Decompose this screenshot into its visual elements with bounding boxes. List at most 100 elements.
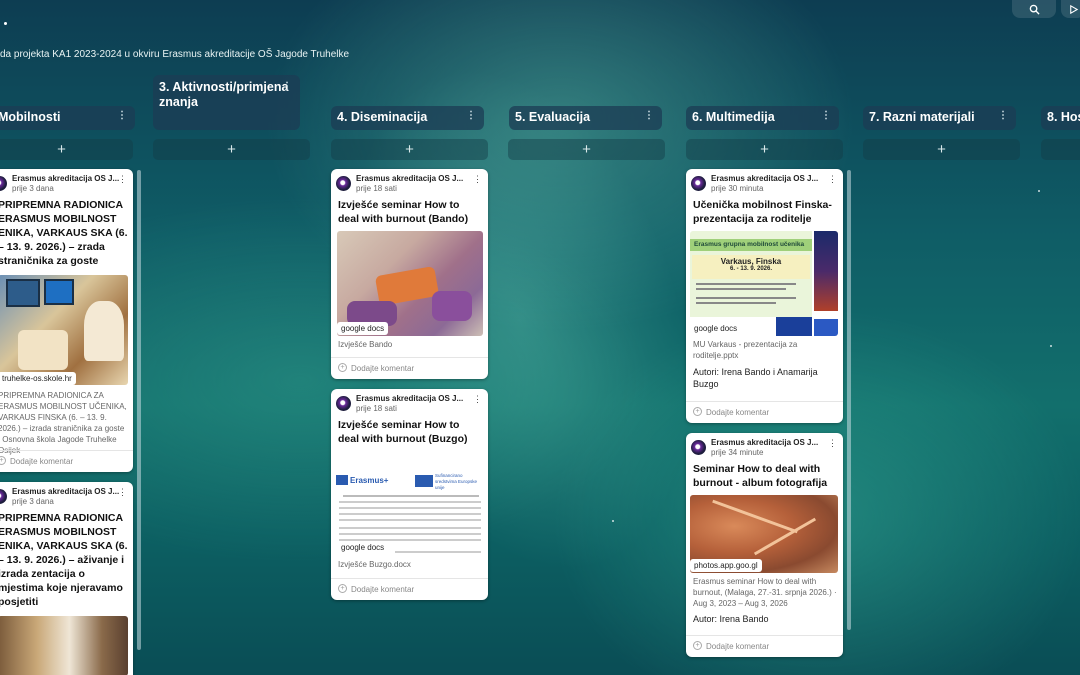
avatar <box>691 176 706 191</box>
column-header-razni-materijali[interactable]: 7. Razni materijali ⋮ <box>863 106 1016 130</box>
more-options-icon[interactable]: ⋮ <box>644 110 654 121</box>
add-comment-button[interactable]: + Dodajte komentar <box>331 578 488 600</box>
column-title: 6. Multimedija <box>692 110 775 124</box>
attachment-filename: MU Varkaus - prezentacija za roditelje.p… <box>693 340 798 360</box>
post-time: prije 34 minute <box>711 448 764 457</box>
link-domain-chip: google docs <box>337 322 389 335</box>
plus-icon: + <box>0 456 6 465</box>
avatar <box>336 176 351 191</box>
slide-title: Varkaus, Finska <box>720 257 782 266</box>
post-author: Erasmus akreditacija OS J... <box>356 174 464 183</box>
column-header-hos[interactable]: 8. Hos <box>1041 106 1080 130</box>
link-domain-chip: photos.app.goo.gl <box>690 559 762 572</box>
more-options-icon[interactable]: ⋮ <box>473 394 482 405</box>
attachment-thumbnail[interactable] <box>0 616 128 675</box>
more-options-icon[interactable]: ⋮ <box>821 110 831 121</box>
plus-icon: + <box>937 141 946 158</box>
more-options-icon[interactable]: ⋮ <box>117 110 127 121</box>
post-title: Izvješće seminar How to deal with burnou… <box>338 199 469 225</box>
column-title: 3. Aktivnosti/primjena znanja <box>159 80 289 109</box>
avatar <box>691 440 706 455</box>
plus-icon: + <box>338 584 347 593</box>
add-post-button[interactable] <box>1041 139 1080 160</box>
plus-icon: + <box>582 141 591 158</box>
slide-heading: Erasmus grupna mobilnost učenika <box>690 239 812 251</box>
post-card[interactable]: Erasmus akreditacija OS J... prije 30 mi… <box>686 169 843 423</box>
more-options-icon[interactable]: ⋮ <box>282 79 292 94</box>
more-options-icon[interactable]: ⋮ <box>473 174 482 185</box>
column-scrollbar[interactable] <box>137 170 141 650</box>
plus-icon: + <box>57 141 66 158</box>
more-options-icon[interactable]: ⋮ <box>466 110 476 121</box>
plus-icon: + <box>227 141 236 158</box>
plus-icon: + <box>338 363 347 372</box>
add-comment-button[interactable]: + Dodajte komentar <box>0 450 133 472</box>
attachment-thumbnail[interactable] <box>337 231 483 336</box>
add-post-button[interactable]: + <box>863 139 1020 160</box>
post-title: Učenička mobilnost Finska- prezentacija … <box>693 199 832 225</box>
post-title: Seminar How to deal with burnout - album… <box>693 463 828 489</box>
plus-icon: + <box>405 141 414 158</box>
column-header-evaluacija[interactable]: 5. Evaluacija ⋮ <box>509 106 662 130</box>
post-time: prije 3 dana <box>12 184 54 193</box>
board: Mobilnosti ⋮ 3. Aktivnosti/primjena znan… <box>0 0 1080 675</box>
column-title: 7. Razni materijali <box>869 110 975 124</box>
link-domain-chip: truhelke-os.skole.hr <box>0 372 76 385</box>
add-post-button[interactable]: + <box>508 139 665 160</box>
add-comment-button[interactable]: + Dodajte komentar <box>686 401 843 423</box>
post-time: prije 30 minuta <box>711 184 764 193</box>
slide-preview[interactable]: Erasmus grupna mobilnost učenika Varkaus… <box>690 231 838 336</box>
add-post-button[interactable]: + <box>686 139 843 160</box>
link-description: PRIPREMNA RADIONICA ZA ERASMUS MOBILNOST… <box>0 391 127 455</box>
post-card[interactable]: Erasmus akreditacija OS J... prije 3 dan… <box>0 169 133 472</box>
add-comment-label: Dodajte komentar <box>351 364 415 373</box>
attachment-filename: Izvješće Bando <box>338 340 393 349</box>
post-card[interactable]: Erasmus akreditacija OS J... prije 18 sa… <box>331 389 488 600</box>
post-card[interactable]: Erasmus akreditacija OS J... prije 3 dan… <box>0 482 133 675</box>
link-description: Erasmus seminar How to deal with burnout… <box>693 577 837 608</box>
column-header-multimedija[interactable]: 6. Multimedija ⋮ <box>686 106 839 130</box>
add-comment-button[interactable]: + Dodajte komentar <box>331 357 488 379</box>
post-title: PRIPREMNA RADIONICA ERASMUS MOBILNOST EN… <box>0 199 128 267</box>
column-title: 8. Hos <box>1047 110 1080 124</box>
slide-date: 6. - 13. 9. 2026. <box>729 266 773 272</box>
post-time: prije 18 sati <box>356 404 397 413</box>
post-author: Erasmus akreditacija OS J... <box>356 394 464 403</box>
more-options-icon[interactable]: ⋮ <box>118 487 127 498</box>
post-author: Erasmus akreditacija OS J... <box>711 438 819 447</box>
avatar <box>336 396 351 411</box>
post-author: Erasmus akreditacija OS J... <box>12 487 120 496</box>
column-header-diseminacija[interactable]: 4. Diseminacija ⋮ <box>331 106 484 130</box>
post-title: Izvješće seminar How to deal with burnou… <box>338 419 468 445</box>
post-card[interactable]: Erasmus akreditacija OS J... prije 18 sa… <box>331 169 488 379</box>
more-options-icon[interactable]: ⋮ <box>118 174 127 185</box>
add-comment-button[interactable]: + Dodajte komentar <box>686 635 843 657</box>
post-title: PRIPREMNA RADIONICA ERASMUS MOBILNOST EN… <box>0 512 128 608</box>
avatar <box>0 489 7 504</box>
post-body: Autori: Irena Bando i Anamarija Buzgo <box>693 367 818 389</box>
post-author: Erasmus akreditacija OS J... <box>711 174 819 183</box>
post-author: Erasmus akreditacija OS J... <box>12 174 120 183</box>
attachment-thumbnail[interactable] <box>0 275 128 385</box>
more-options-icon[interactable]: ⋮ <box>828 174 837 185</box>
add-comment-label: Dodajte komentar <box>351 585 415 594</box>
erasmus-logo-text: Erasmus+ <box>350 476 389 485</box>
avatar <box>0 176 7 191</box>
link-domain-chip: google docs <box>337 541 389 554</box>
add-post-button[interactable]: + <box>153 139 310 160</box>
column-scrollbar[interactable] <box>847 170 851 630</box>
add-comment-label: Dodajte komentar <box>706 408 770 417</box>
post-card[interactable]: Erasmus akreditacija OS J... prije 34 mi… <box>686 433 843 657</box>
post-time: prije 3 dana <box>12 497 54 506</box>
column-title: 5. Evaluacija <box>515 110 591 124</box>
more-options-icon[interactable]: ⋮ <box>998 110 1008 121</box>
add-comment-label: Dodajte komentar <box>10 457 74 466</box>
add-post-button[interactable]: + <box>331 139 488 160</box>
column-header-mobilnosti[interactable]: Mobilnosti ⋮ <box>0 106 135 130</box>
add-post-button[interactable]: + <box>0 139 133 160</box>
link-domain-chip: google docs <box>690 322 742 335</box>
more-options-icon[interactable]: ⋮ <box>828 438 837 449</box>
column-header-aktivnosti[interactable]: 3. Aktivnosti/primjena znanja ⋮ <box>153 75 300 130</box>
plus-icon: + <box>760 141 769 158</box>
column-title: 4. Diseminacija <box>337 110 428 124</box>
